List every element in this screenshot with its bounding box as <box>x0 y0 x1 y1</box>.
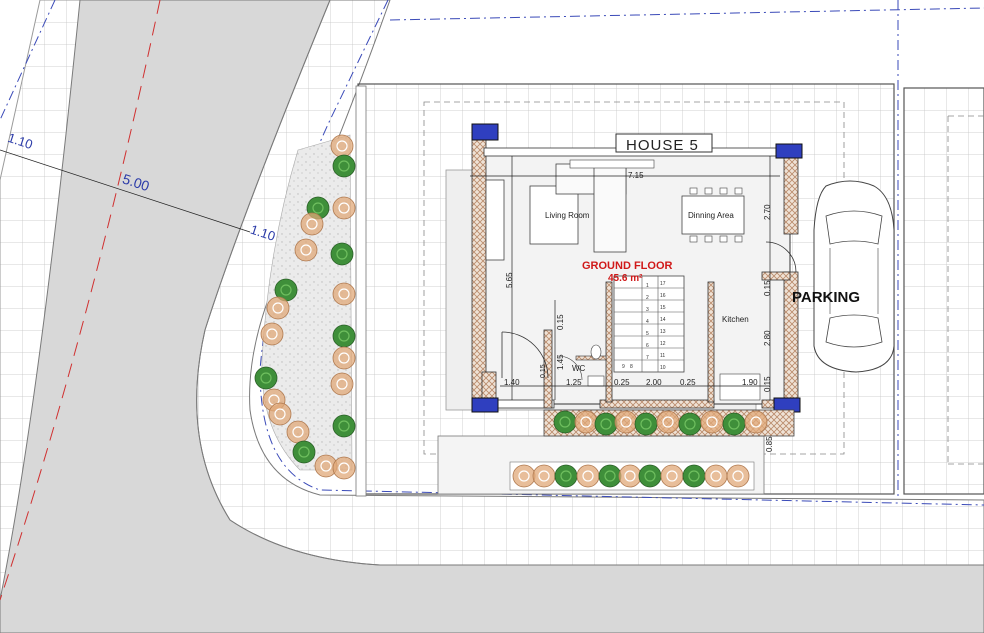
house-label: HOUSE 5 <box>626 137 699 154</box>
dim-bottom-2: 1.25 <box>566 378 582 387</box>
tree-icon-17 <box>332 414 356 438</box>
shrub-icon-4 <box>300 212 324 236</box>
tree-icon-26 <box>634 412 658 436</box>
tree-icon-1 <box>332 154 356 178</box>
stair-11: 11 <box>660 353 665 359</box>
floor-area: 45.6 m² <box>608 273 643 284</box>
shrub-icon-16 <box>268 402 292 426</box>
dim-bottom-1: 1.40 <box>504 378 520 387</box>
dim-left-height: 5.65 <box>505 272 514 288</box>
shrub-icon-12 <box>332 346 356 370</box>
shrub-icon-21 <box>332 456 356 480</box>
stair-15: 15 <box>660 305 666 311</box>
floor-title: GROUND FLOOR <box>582 260 672 272</box>
shrub-icon-41 <box>704 464 728 488</box>
dim-top-width: 7.15 <box>628 171 644 180</box>
stair-14: 14 <box>660 317 666 323</box>
dim-side-bottom: 0.85 <box>765 436 774 452</box>
dim-bottom-4: 2.00 <box>646 378 662 387</box>
shrub-icon-37 <box>618 464 642 488</box>
tree-icon-40 <box>682 464 706 488</box>
shrub-icon-10 <box>260 322 284 346</box>
site-plan: 1.10 5.00 1.10 HOUSE 5 GROUND FLOOR 45.6… <box>0 0 984 633</box>
tree-icon-38 <box>638 464 662 488</box>
shrub-icon-42 <box>726 464 750 488</box>
dim-wc-height: 1.45 <box>556 354 565 370</box>
shrub-icon-23 <box>574 410 598 434</box>
dim-right-upper: 2.70 <box>763 204 772 220</box>
stair-1: 1 <box>646 283 649 289</box>
room-dining: Dinning Area <box>688 211 734 220</box>
stair-17: 17 <box>660 281 666 287</box>
tree-icon-13 <box>254 366 278 390</box>
stair-6: 6 <box>646 343 649 349</box>
stair-2: 2 <box>646 295 649 301</box>
tree-icon-28 <box>678 412 702 436</box>
tree-icon-24 <box>594 412 618 436</box>
stair-13: 13 <box>660 329 666 335</box>
tree-icon-11 <box>332 324 356 348</box>
shrub-icon-33 <box>532 464 556 488</box>
room-kitchen: Kitchen <box>722 315 749 324</box>
stair-9: 9 <box>622 364 625 370</box>
shrub-icon-29 <box>700 410 724 434</box>
stair-5: 5 <box>646 331 649 337</box>
dim-bottom-6: 1.90 <box>742 378 758 387</box>
stair-3: 3 <box>646 307 649 313</box>
dim-right-mid: 0.15 <box>763 280 772 296</box>
dim-bottom-3: 0.25 <box>614 378 630 387</box>
tree-icon-34 <box>554 464 578 488</box>
stair-7: 7 <box>646 355 649 361</box>
shrub-icon-9 <box>266 296 290 320</box>
stair-12: 12 <box>660 341 666 347</box>
parking-label: PARKING <box>792 289 860 306</box>
shrub-icon-3 <box>332 196 356 220</box>
room-living: Living Room <box>545 211 590 220</box>
tree-icon-30 <box>722 412 746 436</box>
stair-10: 10 <box>660 365 666 371</box>
shrub-icon-25 <box>614 410 638 434</box>
shrub-icon-32 <box>512 464 536 488</box>
dim-wc-top: 0.15 <box>556 314 565 330</box>
stair-8: 8 <box>630 364 633 370</box>
stair-4: 4 <box>646 319 649 325</box>
tree-icon-22 <box>553 410 577 434</box>
tree-icon-36 <box>598 464 622 488</box>
shrub-icon-27 <box>656 410 680 434</box>
shrub-icon-39 <box>660 464 684 488</box>
shrub-icon-0 <box>330 134 354 158</box>
shrub-icon-31 <box>744 410 768 434</box>
dim-right-bottom: 0.15 <box>763 376 772 392</box>
dim-bottom-5: 0.25 <box>680 378 696 387</box>
tree-icon-19 <box>292 440 316 464</box>
dim-wc-small: 0.15 <box>540 364 547 378</box>
room-wc: WC <box>572 364 586 373</box>
shrub-icon-8 <box>332 282 356 306</box>
shrub-icon-5 <box>294 238 318 262</box>
shrub-icon-14 <box>330 372 354 396</box>
shrub-icon-35 <box>576 464 600 488</box>
shrub-icon-18 <box>286 420 310 444</box>
stair-16: 16 <box>660 293 666 299</box>
tree-icon-6 <box>330 242 354 266</box>
dim-right-lower: 2.80 <box>763 330 772 346</box>
parked-car <box>813 180 895 373</box>
